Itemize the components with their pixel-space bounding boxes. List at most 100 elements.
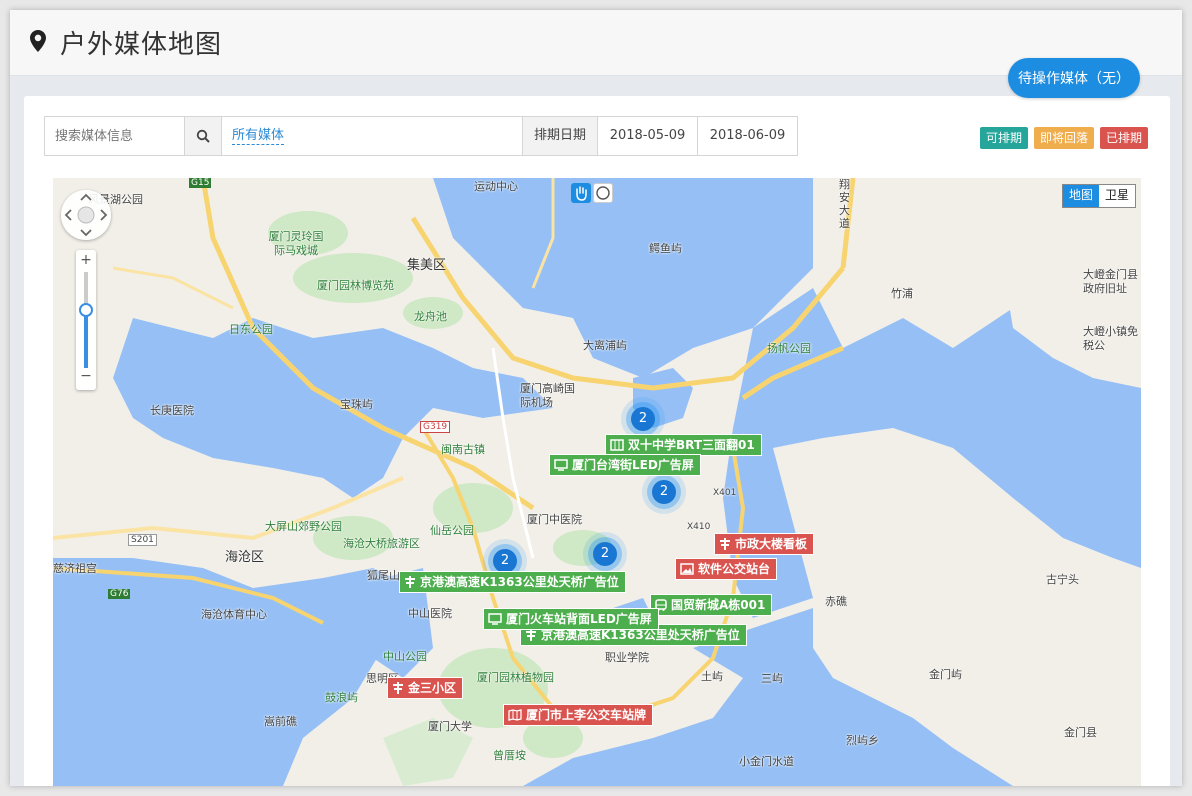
place-label: 宝珠屿 <box>340 398 373 411</box>
media-cluster[interactable]: 2 <box>593 542 617 566</box>
search-input[interactable] <box>44 116 184 156</box>
place-label: 古宁头 <box>1046 573 1079 586</box>
search-icon <box>196 129 210 143</box>
start-date-input[interactable]: 2018-05-09 <box>598 116 698 156</box>
place-label: 厦门大学 <box>428 720 472 733</box>
screen-icon <box>554 459 568 471</box>
map-view-button[interactable]: 地图 <box>1062 185 1099 207</box>
app-frame: 户外媒体地图 待操作媒体（无） 所有媒体 排期日期 2018-05-09 201… <box>10 10 1182 786</box>
circle-icon <box>596 186 610 200</box>
image-icon <box>680 563 694 575</box>
media-marker[interactable]: 京港澳高速K1363公里处天桥广告位 <box>399 571 626 593</box>
zoom-slider-handle[interactable] <box>79 303 93 317</box>
road-shield: G319 <box>420 421 451 433</box>
media-marker[interactable]: 双十中学BRT三面翻01 <box>605 434 762 456</box>
end-date-input[interactable]: 2018-06-09 <box>698 116 798 156</box>
place-label: 大嶝金门县政府旧址 <box>1083 268 1138 295</box>
media-marker[interactable]: 国贸新城A栋001 <box>650 594 773 616</box>
media-type-select[interactable]: 所有媒体 <box>222 116 522 156</box>
place-label: 海沧区 <box>225 550 265 565</box>
media-marker[interactable]: 厦门台湾街LED广告屏 <box>549 454 701 476</box>
place-label: 仙岳公园 <box>430 524 474 537</box>
signpost-icon <box>393 682 403 694</box>
hand-icon <box>576 186 587 201</box>
place-label: 厦门高崎国际机场 <box>520 382 575 409</box>
map-pan-control[interactable] <box>61 190 111 240</box>
road-shield: X401 <box>713 488 737 498</box>
place-label: 海沧大桥旅游区 <box>343 537 420 550</box>
draw-tools <box>571 183 613 203</box>
place-label: 厦门园林博览苑 <box>317 279 394 292</box>
place-label: 扬帆公园 <box>767 342 811 355</box>
page-header: 户外媒体地图 <box>10 10 1182 76</box>
legend-booked: 已排期 <box>1100 127 1149 149</box>
media-marker[interactable]: 软件公交站台 <box>675 558 778 580</box>
satellite-view-button[interactable]: 卫星 <box>1098 185 1135 207</box>
place-label: 土屿 <box>701 670 723 683</box>
place-label: 嵩前礁 <box>264 715 297 728</box>
road-shield: X410 <box>687 522 711 532</box>
location-pin-icon <box>30 30 46 52</box>
place-label: 三屿 <box>761 672 783 685</box>
zoom-control: + − <box>76 250 96 390</box>
place-label: 慈济祖宫 <box>53 562 97 575</box>
filter-toolbar: 所有媒体 排期日期 2018-05-09 2018-06-09 <box>44 116 798 156</box>
place-label: 中山医院 <box>408 607 452 620</box>
place-label: 海沧体育中心 <box>201 608 267 621</box>
circle-tool-button[interactable] <box>593 183 613 203</box>
media-cluster[interactable]: 2 <box>493 549 517 573</box>
place-label: 鼓浪屿 <box>325 691 358 704</box>
place-label: 狐尾山 <box>367 569 400 582</box>
zoom-in-button[interactable]: + <box>76 252 96 268</box>
road-shield: S201 <box>128 534 157 546</box>
place-label: 竹浦 <box>891 287 913 300</box>
place-label: 龙舟池 <box>414 310 447 323</box>
media-marker[interactable]: 金三小区 <box>387 677 464 699</box>
place-label: 厦门园林植物园 <box>477 671 554 684</box>
billboard-icon <box>610 439 624 451</box>
place-label: 中山公园 <box>383 650 427 663</box>
map-canvas[interactable]: 风景湖公园 厦门灵玲国际马戏城 集美区 厦门园林博览苑 龙舟池 日东公园 长庚医… <box>53 178 1141 786</box>
place-label: 大嶝小镇免税公 <box>1083 325 1138 352</box>
page-title: 户外媒体地图 <box>60 30 223 60</box>
pending-media-button[interactable]: 待操作媒体（无） <box>1008 58 1140 98</box>
signpost-icon <box>720 538 730 550</box>
place-label: 小金门水道 <box>739 755 794 768</box>
road-shield: G15 <box>189 178 212 188</box>
media-marker[interactable]: 厦门火车站背面LED广告屏 <box>483 608 659 630</box>
media-marker[interactable]: 市政大楼看板 <box>714 533 815 555</box>
place-label: 厦门中医院 <box>527 513 582 526</box>
place-label: 鳄鱼屿 <box>649 242 682 255</box>
signpost-icon <box>526 629 536 641</box>
media-marker[interactable]: 厦门市上李公交车站牌 <box>503 704 654 726</box>
place-label: 曾厝垵 <box>493 749 526 762</box>
place-label: 集美区 <box>407 258 447 273</box>
place-label: 运动中心 <box>474 180 518 193</box>
place-label: 职业学院 <box>605 651 649 664</box>
media-cluster[interactable]: 2 <box>631 407 655 431</box>
signpost-icon <box>405 576 415 588</box>
zoom-level-fill <box>84 310 88 368</box>
legend-available: 可排期 <box>980 127 1029 149</box>
screen-icon <box>488 613 502 625</box>
place-label: 金门屿 <box>929 668 962 681</box>
place-label: 日东公园 <box>229 323 273 336</box>
hand-tool-button[interactable] <box>571 183 591 203</box>
media-type-value: 所有媒体 <box>232 128 285 145</box>
place-label: 大屏山郊野公园 <box>265 520 342 533</box>
map-base-layer <box>53 178 1141 786</box>
place-label: 金门县 <box>1064 726 1097 739</box>
legend-ending-soon: 即将回落 <box>1034 127 1095 149</box>
media-cluster[interactable]: 2 <box>652 480 676 504</box>
schedule-date-label: 排期日期 <box>522 116 598 156</box>
zoom-out-button[interactable]: − <box>76 368 96 384</box>
road-shield: G76 <box>108 589 131 599</box>
search-button[interactable] <box>184 116 222 156</box>
place-label: 烈屿乡 <box>846 734 879 747</box>
place-label: 翔安大道 <box>839 178 850 230</box>
pan-arrows-icon <box>64 193 108 237</box>
place-label: 长庚医院 <box>150 404 194 417</box>
place-label: 厦门灵玲国际马戏城 <box>268 230 324 257</box>
place-label: 赤礁 <box>825 595 847 608</box>
place-label: 大离浦屿 <box>583 339 627 352</box>
